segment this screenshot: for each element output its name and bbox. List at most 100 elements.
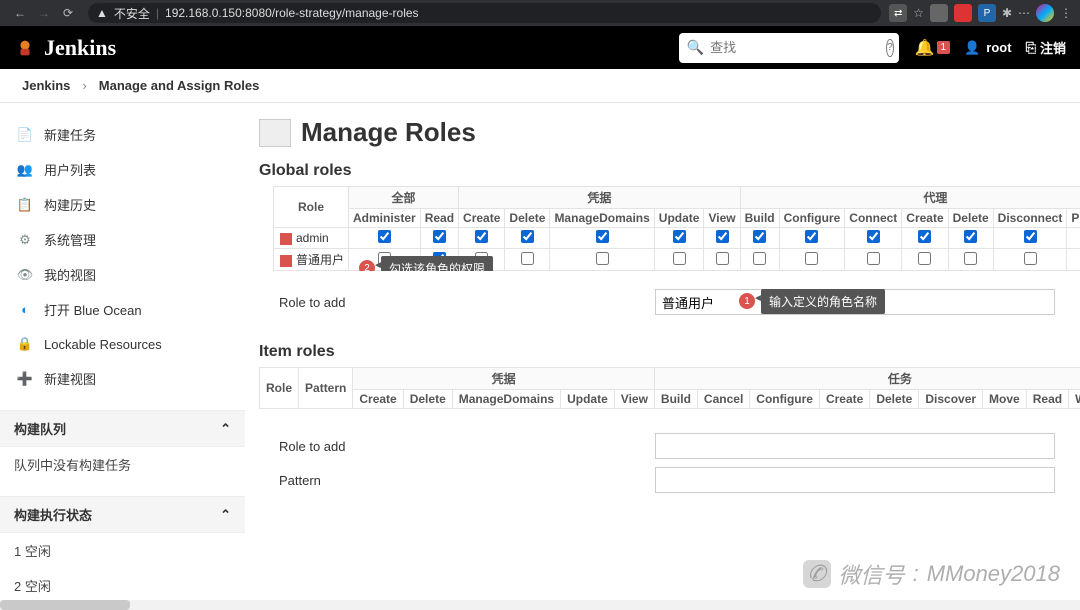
- permission-checkbox[interactable]: [805, 230, 818, 243]
- user-menu[interactable]: 👤 root: [964, 40, 1011, 56]
- sidebar-item-3[interactable]: ⚙ 系统管理: [0, 222, 245, 257]
- ext3-icon[interactable]: P: [978, 4, 996, 22]
- annotation-1-tip: 输入定义的角色名称: [761, 289, 885, 314]
- crumb-1[interactable]: Manage and Assign Roles: [99, 78, 260, 93]
- permission-checkbox[interactable]: [867, 252, 880, 265]
- col-group: 凭据: [459, 187, 741, 209]
- role-name-cell: 普通用户: [274, 249, 349, 271]
- item-pattern-input[interactable]: [655, 467, 1055, 493]
- col-header: Administer: [349, 209, 421, 228]
- chevron-right-icon: ›: [82, 78, 86, 93]
- permission-checkbox[interactable]: [716, 252, 729, 265]
- permission-checkbox[interactable]: [867, 230, 880, 243]
- bell-icon: 🔔: [915, 38, 935, 58]
- permission-checkbox[interactable]: [964, 252, 977, 265]
- delete-role-icon[interactable]: [280, 255, 292, 267]
- permission-checkbox[interactable]: [673, 230, 686, 243]
- sidebar-item-6[interactable]: 🔒Lockable Resources: [0, 327, 245, 361]
- logout-button[interactable]: ⎘ 注销: [1026, 38, 1066, 57]
- item-role-add-input[interactable]: [655, 433, 1055, 459]
- col-header: Delete: [870, 390, 919, 409]
- users-icon: 👥: [16, 161, 34, 179]
- search-box[interactable]: 🔍 ?: [679, 33, 899, 63]
- sidebar-item-4[interactable]: 👁我的视图: [0, 257, 245, 292]
- logout-icon: ⎘: [1026, 40, 1036, 56]
- delete-role-icon[interactable]: [280, 233, 292, 245]
- chevron-up-icon: ⌃: [220, 507, 231, 523]
- permission-checkbox[interactable]: [475, 230, 488, 243]
- permission-checkbox[interactable]: [918, 230, 931, 243]
- extensions-icon[interactable]: ✱: [1002, 6, 1012, 20]
- col-header: Create: [353, 390, 403, 409]
- alert-count: 1: [937, 41, 951, 54]
- permission-checkbox[interactable]: [753, 230, 766, 243]
- permission-checkbox[interactable]: [521, 230, 534, 243]
- ext2-icon[interactable]: [954, 4, 972, 22]
- permission-checkbox[interactable]: [596, 252, 609, 265]
- permission-checkbox[interactable]: [433, 230, 446, 243]
- eye-icon: 👁: [16, 266, 34, 284]
- build-queue-header[interactable]: 构建队列 ⌃: [0, 410, 245, 447]
- bookmark-icon[interactable]: ☆: [913, 6, 924, 20]
- sidebar-item-label: 系统管理: [44, 230, 96, 249]
- jenkins-logo[interactable]: Jenkins: [14, 35, 116, 61]
- permission-checkbox[interactable]: [521, 252, 534, 265]
- permission-checkbox[interactable]: [673, 252, 686, 265]
- jenkins-title: Jenkins: [44, 35, 116, 61]
- col-header: Provision: [1067, 209, 1080, 228]
- back-button[interactable]: ←: [8, 1, 32, 25]
- menu-icon[interactable]: ⋮: [1060, 6, 1072, 20]
- sidebar-item-label: 打开 Blue Ocean: [44, 300, 142, 319]
- col-header: Delete: [403, 390, 452, 409]
- sidebar-item-label: 新建任务: [44, 125, 96, 144]
- build-queue-empty: 队列中没有构建任务: [0, 447, 245, 482]
- alerts-button[interactable]: 🔔 1: [915, 38, 950, 58]
- annotation-2-tip: 勾选该角色的权限: [381, 256, 493, 271]
- item-pattern-label: Pattern: [279, 473, 639, 488]
- sidebar-item-label: 新建视图: [44, 369, 96, 388]
- col-group: 凭据: [353, 368, 655, 390]
- col-header: Connect: [845, 209, 902, 228]
- permission-checkbox[interactable]: [918, 252, 931, 265]
- browser-chrome: ← → ⟳ ▲ 不安全 | 192.168.0.150:8080/role-st…: [0, 0, 1080, 26]
- sidebar-item-7[interactable]: ➕新建视图: [0, 361, 245, 396]
- col-header: Create: [459, 209, 505, 228]
- permission-checkbox[interactable]: [596, 230, 609, 243]
- sidebar-item-2[interactable]: 📋构建历史: [0, 187, 245, 222]
- col-header: Cancel: [697, 390, 749, 409]
- gear-icon: ⚙: [16, 231, 34, 249]
- sidebar-item-5[interactable]: ◐打开 Blue Ocean: [0, 292, 245, 327]
- permission-checkbox[interactable]: [805, 252, 818, 265]
- ext1-icon[interactable]: [930, 4, 948, 22]
- translate-icon[interactable]: ⇄: [889, 4, 907, 22]
- forward-button[interactable]: →: [32, 1, 56, 25]
- sidebar-item-1[interactable]: 👥 用户列表: [0, 152, 245, 187]
- permission-checkbox[interactable]: [1024, 230, 1037, 243]
- permission-checkbox[interactable]: [1024, 252, 1037, 265]
- horizontal-scrollbar[interactable]: [0, 600, 1080, 610]
- permission-checkbox[interactable]: [378, 230, 391, 243]
- profile-avatar[interactable]: [1036, 4, 1054, 22]
- insecure-icon: ▲: [96, 6, 108, 20]
- col-header: View: [614, 390, 654, 409]
- col-header: Build: [740, 209, 779, 228]
- apps-icon[interactable]: ⋯: [1018, 6, 1030, 20]
- search-icon: 🔍: [687, 39, 704, 56]
- sidebar-item-label: 用户列表: [44, 160, 96, 179]
- crumb-0[interactable]: Jenkins: [22, 78, 70, 93]
- sidebar-item-label: 构建历史: [44, 195, 96, 214]
- exec-row: 2 空闲: [0, 568, 245, 603]
- permission-checkbox[interactable]: [753, 252, 766, 265]
- exec-status-header[interactable]: 构建执行状态 ⌃: [0, 496, 245, 533]
- address-bar[interactable]: ▲ 不安全 | 192.168.0.150:8080/role-strategy…: [88, 3, 881, 23]
- search-input[interactable]: [710, 40, 886, 55]
- permission-checkbox[interactable]: [964, 230, 977, 243]
- reload-button[interactable]: ⟳: [56, 1, 80, 25]
- col-header: Delete: [505, 209, 550, 228]
- main-content: Manage Roles Global roles Role全部凭据代理任Adm…: [245, 103, 1080, 600]
- page-title: Manage Roles: [301, 117, 476, 148]
- help-icon[interactable]: ?: [886, 39, 894, 57]
- sidebar-item-0[interactable]: 📄新建任务: [0, 117, 245, 152]
- permission-checkbox[interactable]: [716, 230, 729, 243]
- jenkins-icon: [14, 37, 36, 59]
